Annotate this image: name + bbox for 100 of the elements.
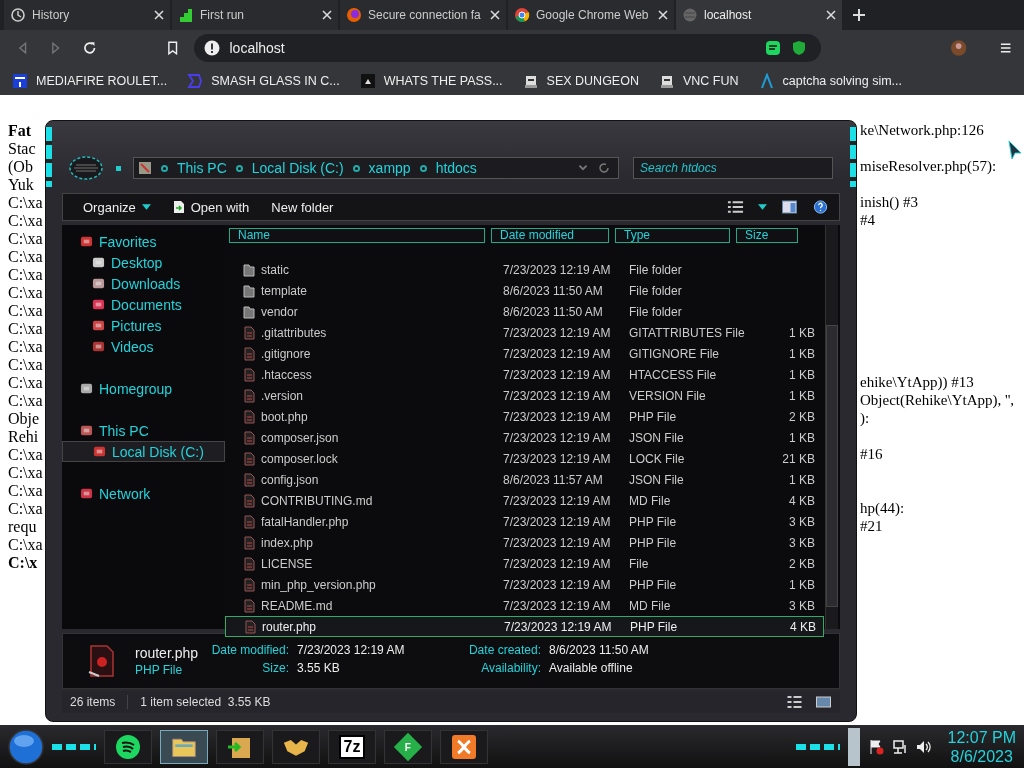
- shield-icon[interactable]: [791, 40, 808, 56]
- nav-item[interactable]: Documents: [62, 294, 225, 315]
- clock[interactable]: 12:07 PM 8/6/2023: [947, 727, 1016, 766]
- close-icon[interactable]: [154, 10, 164, 20]
- nav-item[interactable]: Network: [62, 483, 225, 504]
- details-view-icon[interactable]: [786, 695, 803, 709]
- scrollbar[interactable]: [847, 727, 860, 766]
- breadcrumb[interactable]: xampp: [368, 160, 411, 176]
- avatar-icon[interactable]: [951, 40, 967, 56]
- reload-icon[interactable]: [82, 41, 97, 55]
- bookmark[interactable]: SMASH GLASS IN C...: [187, 72, 340, 89]
- browser-tab[interactable]: History: [4, 0, 170, 30]
- file-row[interactable]: .gitignore 7/23/2023 12:19 AM GITIGNORE File 1 KB: [225, 343, 824, 364]
- close-icon[interactable]: [490, 10, 500, 20]
- address-field[interactable]: This PC Local Disk (C:) xampp htdocs: [133, 157, 619, 179]
- detail-label: Date modified:: [210, 643, 289, 659]
- close-icon[interactable]: [658, 10, 668, 20]
- file-row[interactable]: README.md 7/23/2023 12:19 AM MD File 3 KB: [225, 595, 824, 616]
- help-icon[interactable]: [812, 200, 829, 214]
- separator-icon[interactable]: [352, 164, 360, 172]
- column-header[interactable]: Date modified: [491, 227, 609, 243]
- bookmark[interactable]: captcha solving sim...: [758, 72, 903, 89]
- browser-tab[interactable]: Google Chrome Web: [508, 0, 674, 30]
- file-row[interactable]: index.php 7/23/2023 12:19 AM PHP File 3 KB: [225, 532, 824, 553]
- file-row[interactable]: config.json 8/6/2023 11:57 AM JSON File 1 KB: [225, 469, 824, 490]
- column-header[interactable]: Name: [229, 227, 485, 243]
- browser-tab[interactable]: localhost: [676, 0, 842, 30]
- orb-icon[interactable]: [68, 156, 104, 180]
- file-row[interactable]: template 8/6/2023 11:50 AM File folder: [225, 280, 824, 301]
- toolbar-button[interactable]: New folder: [267, 197, 338, 217]
- breadcrumb[interactable]: htdocs: [435, 160, 477, 176]
- file-row[interactable]: .version 7/23/2023 12:19 AM VERSION File 1 KB: [225, 385, 824, 406]
- close-icon[interactable]: [826, 10, 836, 20]
- new-tab-icon[interactable]: [852, 8, 866, 22]
- nav-item[interactable]: This PC: [62, 420, 225, 441]
- browser-tab[interactable]: Secure connection fa: [340, 0, 506, 30]
- separator-icon[interactable]: [235, 164, 243, 172]
- nav-item[interactable]: Desktop: [62, 252, 225, 273]
- breadcrumb[interactable]: This PC: [177, 160, 227, 176]
- breadcrumb[interactable]: Local Disk (C:): [251, 160, 344, 176]
- caret-icon[interactable]: [758, 204, 767, 210]
- file-row[interactable]: CONTRIBUTING.md 7/23/2023 12:19 AM MD File 4 KB: [225, 490, 824, 511]
- extension-icon[interactable]: [765, 40, 782, 56]
- separator-icon[interactable]: [419, 164, 427, 172]
- file-row[interactable]: static 7/23/2023 12:19 AM File folder: [225, 259, 824, 280]
- file-row[interactable]: composer.json 7/23/2023 12:19 AM JSON File 1 KB: [225, 427, 824, 448]
- column-header[interactable]: Size: [736, 227, 798, 243]
- file-row[interactable]: .htaccess 7/23/2023 12:19 AM HTACCESS File 1 KB: [225, 364, 824, 385]
- refresh-icon[interactable]: [598, 162, 610, 174]
- bookmark[interactable]: WHATS THE PASS...: [359, 72, 503, 89]
- separator-icon[interactable]: [161, 164, 168, 172]
- file-row[interactable]: fatalHandler.php 7/23/2023 12:19 AM PHP File 3 KB: [225, 511, 824, 532]
- column-header[interactable]: Type: [615, 227, 730, 243]
- toolbar-button[interactable]: Open with: [168, 197, 254, 217]
- search-field[interactable]: Search htdocs: [633, 157, 833, 179]
- file-name: LICENSE: [261, 556, 313, 571]
- close-icon[interactable]: [322, 10, 332, 20]
- browser-tab[interactable]: First run: [172, 0, 338, 30]
- file-row[interactable]: vendor 8/6/2023 11:50 AM File folder: [225, 301, 824, 322]
- info-icon[interactable]: [203, 40, 220, 56]
- bookmark[interactable]: MEDIAFIRE ROULET...: [12, 72, 168, 89]
- scrollbar[interactable]: [825, 225, 838, 629]
- network-icon[interactable]: [891, 738, 908, 755]
- cursor-icon: [1008, 140, 1022, 160]
- menu-icon[interactable]: [998, 41, 1012, 55]
- file-icon: [243, 535, 255, 550]
- nav-item-icon: [80, 382, 93, 395]
- nav-item[interactable]: Downloads: [62, 273, 225, 294]
- taskbar-app[interactable]: [440, 729, 488, 764]
- file-row[interactable]: composer.lock 7/23/2023 12:19 AM LOCK File 21 KB: [225, 448, 824, 469]
- nav-item[interactable]: Pictures: [62, 315, 225, 336]
- bookmark[interactable]: VNC FUN: [658, 72, 739, 89]
- error-text: C:\xa: [8, 374, 43, 392]
- nav-item[interactable]: Homegroup: [62, 378, 225, 399]
- nav-item[interactable]: Videos: [62, 336, 225, 357]
- taskbar-app[interactable]: [216, 729, 264, 764]
- toolbar-button[interactable]: Organize: [79, 197, 155, 217]
- bookmark[interactable]: SEX DUNGEON: [522, 72, 639, 89]
- taskbar-app[interactable]: [104, 729, 152, 764]
- taskbar-app[interactable]: 7z: [328, 729, 376, 764]
- file-name: CONTRIBUTING.md: [261, 493, 373, 508]
- bookmark-icon[interactable]: [166, 41, 180, 55]
- file-row[interactable]: LICENSE 7/23/2023 12:19 AM File 2 KB: [225, 553, 824, 574]
- nav-item[interactable]: Favorites: [62, 231, 225, 252]
- flag-icon[interactable]: [867, 738, 884, 755]
- file-row[interactable]: .gitattributes 7/23/2023 12:19 AM GITATTRIBUTES File 1 KB: [225, 322, 824, 343]
- preview-pane-icon[interactable]: [781, 200, 798, 214]
- file-row[interactable]: router.php 7/23/2023 12:19 AM PHP File 4 KB: [225, 616, 824, 637]
- start-orb-icon[interactable]: [8, 728, 44, 765]
- taskbar-app[interactable]: [272, 729, 320, 764]
- error-text: #16: [860, 446, 883, 464]
- file-row[interactable]: boot.php 7/23/2023 12:19 AM PHP File 2 KB: [225, 406, 824, 427]
- file-name: boot.php: [261, 409, 308, 424]
- address-bar[interactable]: localhost: [193, 34, 822, 62]
- file-row[interactable]: min_php_version.php 7/23/2023 12:19 AM PHP File 1 KB: [225, 574, 824, 595]
- nav-item[interactable]: Local Disk (C:): [62, 441, 225, 462]
- view-options-icon[interactable]: [727, 200, 744, 214]
- taskbar-app[interactable]: [160, 729, 208, 764]
- thumbnail-view-icon[interactable]: [815, 695, 832, 709]
- nav-item-icon: [92, 319, 105, 332]
